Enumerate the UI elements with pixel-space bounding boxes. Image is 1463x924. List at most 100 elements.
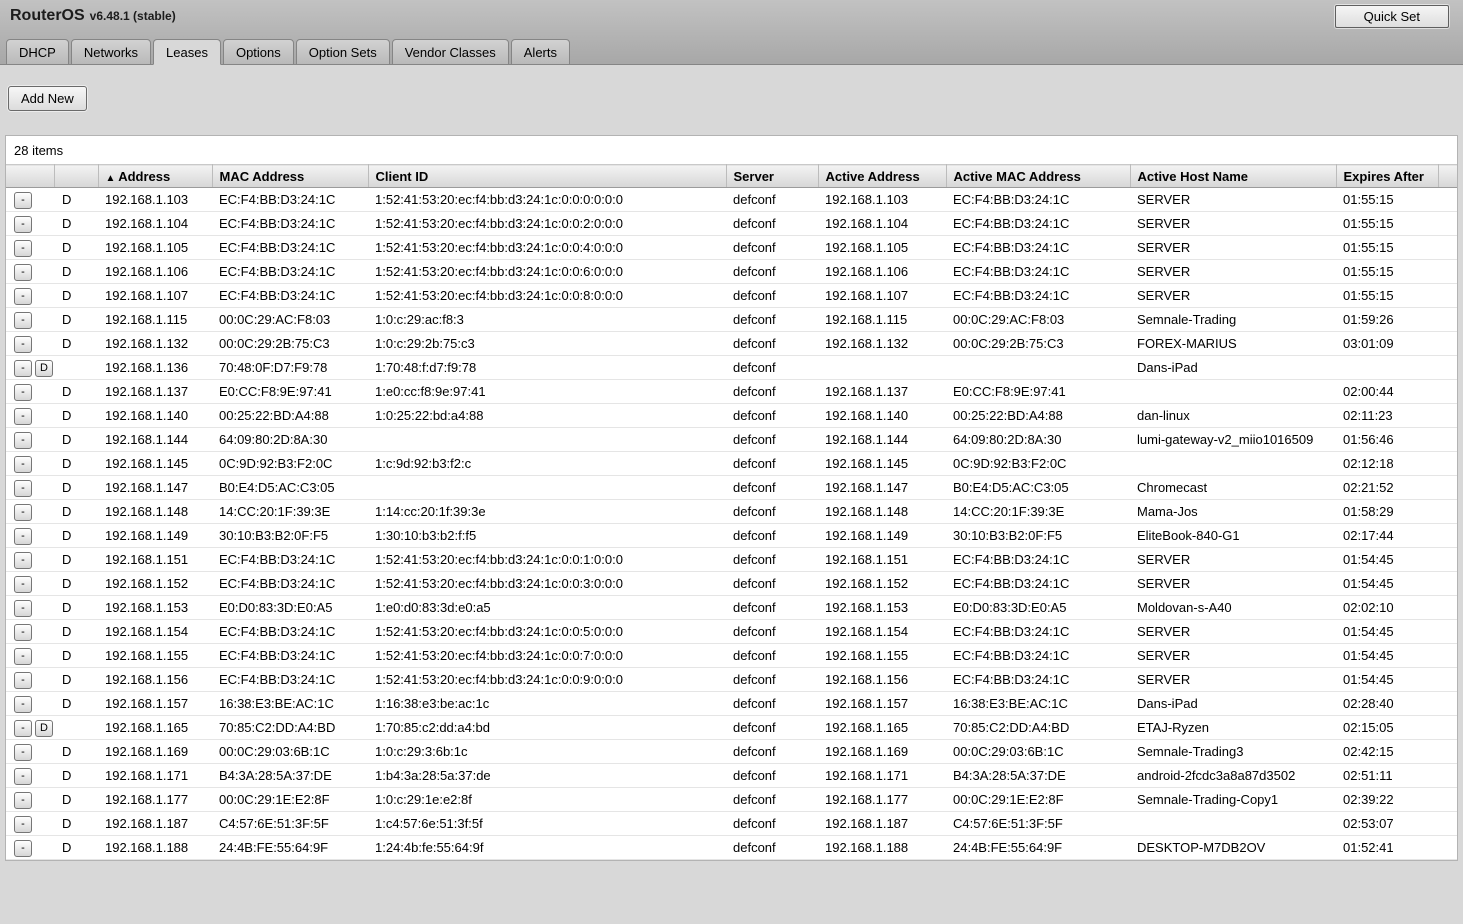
remove-lease-button[interactable]: - — [14, 191, 32, 209]
table-row[interactable]: - D 192.168.1.156 EC:F4:BB:D3:24:1C 1:52:41:… — [6, 667, 1457, 692]
header-row: ▲ Address MAC Address Client ID Server Activ… — [6, 164, 1457, 188]
cell-mac: B0:E4:D5:AC:C3:05 — [212, 475, 368, 500]
remove-lease-button[interactable]: - — [14, 719, 32, 737]
column-header-expires-after[interactable]: Expires After — [1336, 164, 1439, 188]
table-row[interactable]: - D 192.168.1.187 C4:57:6E:51:3F:5F 1:c4:57:… — [6, 811, 1457, 836]
table-row[interactable]: - D 192.168.1.165 70:85:C2:DD:A4:BD 1:70:85:… — [6, 715, 1457, 740]
quick-set-button[interactable]: Quick Set — [1334, 4, 1449, 28]
column-header-active-mac-address[interactable]: Active MAC Address — [946, 164, 1131, 188]
cell-active-mac: 00:0C:29:1E:E2:8F — [946, 787, 1130, 812]
remove-lease-button[interactable]: - — [14, 311, 32, 329]
remove-lease-button[interactable]: - — [14, 791, 32, 809]
column-header-client-id[interactable]: Client ID — [368, 164, 727, 188]
remove-lease-button[interactable]: - — [14, 431, 32, 449]
remove-lease-button[interactable]: - — [14, 215, 32, 233]
add-new-button[interactable]: Add New — [8, 86, 87, 111]
remove-lease-button[interactable]: - — [14, 479, 32, 497]
remove-lease-button[interactable]: - — [14, 239, 32, 257]
tab-networks[interactable]: Networks — [70, 39, 152, 65]
tab-option-sets[interactable]: Option Sets — [295, 39, 390, 65]
row-spacer-cell — [1438, 619, 1457, 644]
remove-lease-button[interactable]: - — [14, 551, 32, 569]
table-row[interactable]: - D 192.168.1.157 16:38:E3:BE:AC:1C 1:16:38:… — [6, 691, 1457, 716]
column-header-address[interactable]: ▲ Address — [98, 164, 213, 188]
table-row[interactable]: - D 192.168.1.147 B0:E4:D5:AC:C3:05 defconf 1… — [6, 475, 1457, 500]
row-buttons-cell: - — [6, 523, 54, 548]
cell-mac: 70:48:0F:D7:F9:78 — [212, 355, 368, 380]
cell-expires: 01:54:45 — [1336, 547, 1438, 572]
table-row[interactable]: - D 192.168.1.151 EC:F4:BB:D3:24:1C 1:52:41:… — [6, 547, 1457, 572]
table-row[interactable]: - D 192.168.1.105 EC:F4:BB:D3:24:1C 1:52:41:… — [6, 235, 1457, 260]
row-spacer-cell — [1438, 403, 1457, 428]
row-buttons-cell: - — [6, 283, 54, 308]
remove-lease-button[interactable]: - — [14, 767, 32, 785]
table-row[interactable]: - D 192.168.1.177 00:0C:29:1E:E2:8F 1:0:c:29… — [6, 787, 1457, 812]
table-row[interactable]: - D 192.168.1.152 EC:F4:BB:D3:24:1C 1:52:41:… — [6, 571, 1457, 596]
cell-expires: 02:21:52 — [1336, 475, 1438, 500]
table-row[interactable]: - D 192.168.1.104 EC:F4:BB:D3:24:1C 1:52:41:… — [6, 211, 1457, 236]
remove-lease-button[interactable]: - — [14, 695, 32, 713]
table-row[interactable]: - D 192.168.1.103 EC:F4:BB:D3:24:1C 1:52:41:… — [6, 187, 1457, 212]
column-header-mac-address[interactable]: MAC Address — [212, 164, 369, 188]
remove-lease-button[interactable]: - — [14, 671, 32, 689]
cell-active-mac: 0C:9D:92:B3:F2:0C — [946, 451, 1130, 476]
table-row[interactable]: - D 192.168.1.106 EC:F4:BB:D3:24:1C 1:52:41:… — [6, 259, 1457, 284]
remove-lease-button[interactable]: - — [14, 455, 32, 473]
remove-lease-button[interactable]: - — [14, 839, 32, 857]
remove-lease-button[interactable]: - — [14, 623, 32, 641]
leases-table: ▲ Address MAC Address Client ID Server Activ… — [6, 164, 1457, 860]
remove-lease-button[interactable]: - — [14, 335, 32, 353]
remove-lease-button[interactable]: - — [14, 383, 32, 401]
table-row[interactable]: - D 192.168.1.148 14:CC:20:1F:39:3E 1:14:cc:… — [6, 499, 1457, 524]
cell-server: defconf — [726, 379, 818, 404]
dynamic-flag: D — [54, 835, 98, 860]
table-row[interactable]: - D 192.168.1.137 E0:CC:F8:9E:97:41 1:e0:cc:… — [6, 379, 1457, 404]
remove-lease-button[interactable]: - — [14, 527, 32, 545]
cell-active-address: 192.168.1.145 — [818, 451, 946, 476]
disable-lease-button[interactable]: D — [35, 719, 53, 737]
table-row[interactable]: - D 192.168.1.149 30:10:B3:B2:0F:F5 1:30:10:… — [6, 523, 1457, 548]
table-row[interactable]: - D 192.168.1.140 00:25:22:BD:A4:88 1:0:25:2… — [6, 403, 1457, 428]
tab-alerts[interactable]: Alerts — [510, 39, 570, 65]
cell-host: SERVER — [1130, 283, 1336, 308]
table-row[interactable]: - D 192.168.1.107 EC:F4:BB:D3:24:1C 1:52:41:… — [6, 283, 1457, 308]
column-header-active-address[interactable]: Active Address — [818, 164, 947, 188]
remove-lease-button[interactable]: - — [14, 815, 32, 833]
row-buttons-cell: - — [6, 691, 54, 716]
table-row[interactable]: - D 192.168.1.145 0C:9D:92:B3:F2:0C 1:c:9d:9… — [6, 451, 1457, 476]
table-row[interactable]: - D 192.168.1.115 00:0C:29:AC:F8:03 1:0:c:29… — [6, 307, 1457, 332]
row-buttons-cell: - — [6, 427, 54, 452]
tab-leases[interactable]: Leases — [153, 39, 221, 65]
table-row[interactable]: - D 192.168.1.154 EC:F4:BB:D3:24:1C 1:52:41:… — [6, 619, 1457, 644]
remove-lease-button[interactable]: - — [14, 359, 32, 377]
cell-active-mac: EC:F4:BB:D3:24:1C — [946, 643, 1130, 668]
remove-lease-button[interactable]: - — [14, 743, 32, 761]
table-row[interactable]: - D 192.168.1.169 00:0C:29:03:6B:1C 1:0:c:29… — [6, 739, 1457, 764]
table-row[interactable]: - D 192.168.1.153 E0:D0:83:3D:E0:A5 1:e0:d0:… — [6, 595, 1457, 620]
remove-lease-button[interactable]: - — [14, 575, 32, 593]
disable-lease-button[interactable]: D — [35, 359, 53, 377]
remove-lease-button[interactable]: - — [14, 503, 32, 521]
column-header-active-host-name[interactable]: Active Host Name — [1130, 164, 1337, 188]
table-row[interactable]: - D 192.168.1.136 70:48:0F:D7:F9:78 1:70:48:… — [6, 355, 1457, 380]
remove-lease-button[interactable]: - — [14, 599, 32, 617]
remove-lease-button[interactable]: - — [14, 287, 32, 305]
tab-vendor-classes[interactable]: Vendor Classes — [391, 39, 509, 65]
table-row[interactable]: - D 192.168.1.188 24:4B:FE:55:64:9F 1:24:4b:… — [6, 835, 1457, 860]
row-buttons-cell: - — [6, 235, 54, 260]
cell-mac: EC:F4:BB:D3:24:1C — [212, 571, 368, 596]
tab-options[interactable]: Options — [222, 39, 294, 65]
cell-active-address: 192.168.1.140 — [818, 403, 946, 428]
cell-client-id: 1:52:41:53:20:ec:f4:bb:d3:24:1c:0:0:6:0:… — [368, 259, 726, 284]
remove-lease-button[interactable]: - — [14, 647, 32, 665]
remove-lease-button[interactable]: - — [14, 263, 32, 281]
remove-lease-button[interactable]: - — [14, 407, 32, 425]
table-row[interactable]: - D 192.168.1.155 EC:F4:BB:D3:24:1C 1:52:41:… — [6, 643, 1457, 668]
table-row[interactable]: - D 192.168.1.171 B4:3A:28:5A:37:DE 1:b4:3a:… — [6, 763, 1457, 788]
table-row[interactable]: - D 192.168.1.144 64:09:80:2D:8A:30 defconf 1… — [6, 427, 1457, 452]
tab-dhcp[interactable]: DHCP — [6, 39, 69, 65]
table-row[interactable]: - D 192.168.1.132 00:0C:29:2B:75:C3 1:0:c:29… — [6, 331, 1457, 356]
app-version: v6.48.1 (stable) — [89, 9, 176, 23]
cell-server: defconf — [726, 547, 818, 572]
column-header-server[interactable]: Server — [726, 164, 819, 188]
